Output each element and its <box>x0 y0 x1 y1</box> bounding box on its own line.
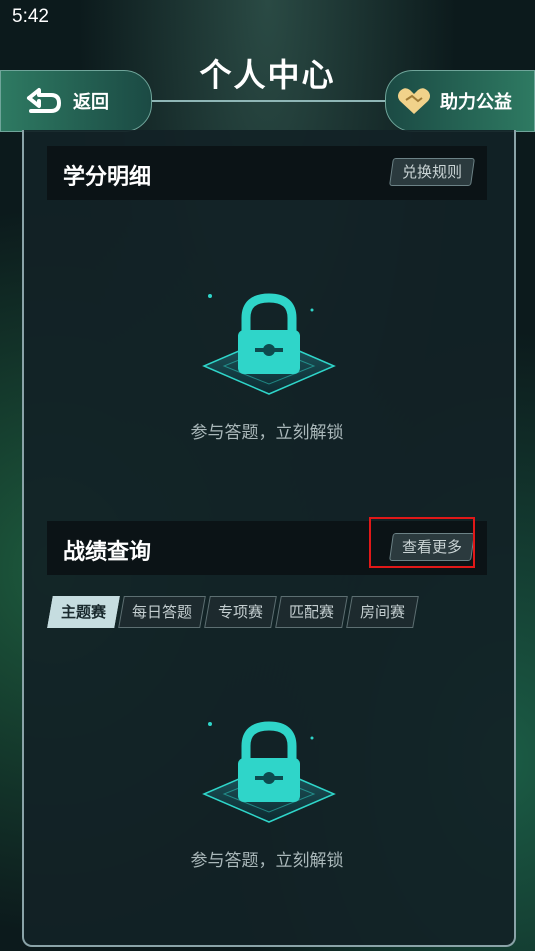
credits-empty-text: 参与答题，立刻解锁 <box>190 423 344 443</box>
tab-theme-match[interactable]: 主题赛 <box>47 596 120 628</box>
back-button[interactable]: 返回 <box>0 70 152 132</box>
lock-icon <box>202 721 336 823</box>
back-arrow-icon <box>27 88 61 113</box>
record-tabs: 主题赛 每日答题 专项赛 匹配赛 房间赛 <box>47 596 419 628</box>
charity-label: 助力公益 <box>440 92 512 113</box>
credits-header: 学分明细 兑换规则 <box>47 146 487 200</box>
status-time: 5:42 <box>12 6 49 27</box>
charity-button[interactable]: 助力公益 <box>385 70 535 132</box>
highlight-box <box>369 517 475 568</box>
lock-icon <box>202 293 336 395</box>
handshake-heart-icon <box>398 88 430 114</box>
tab-special-match[interactable]: 专项赛 <box>204 596 277 628</box>
tab-daily-quiz[interactable]: 每日答题 <box>118 596 206 628</box>
credits-title: 学分明细 <box>63 164 152 190</box>
exchange-rules-button[interactable]: 兑换规则 <box>389 158 475 186</box>
tab-room-match[interactable]: 房间赛 <box>346 596 419 628</box>
records-empty-text: 参与答题，立刻解锁 <box>190 851 344 871</box>
tab-matching-match[interactable]: 匹配赛 <box>275 596 348 628</box>
back-label: 返回 <box>73 92 109 113</box>
records-title: 战绩查询 <box>63 539 152 565</box>
